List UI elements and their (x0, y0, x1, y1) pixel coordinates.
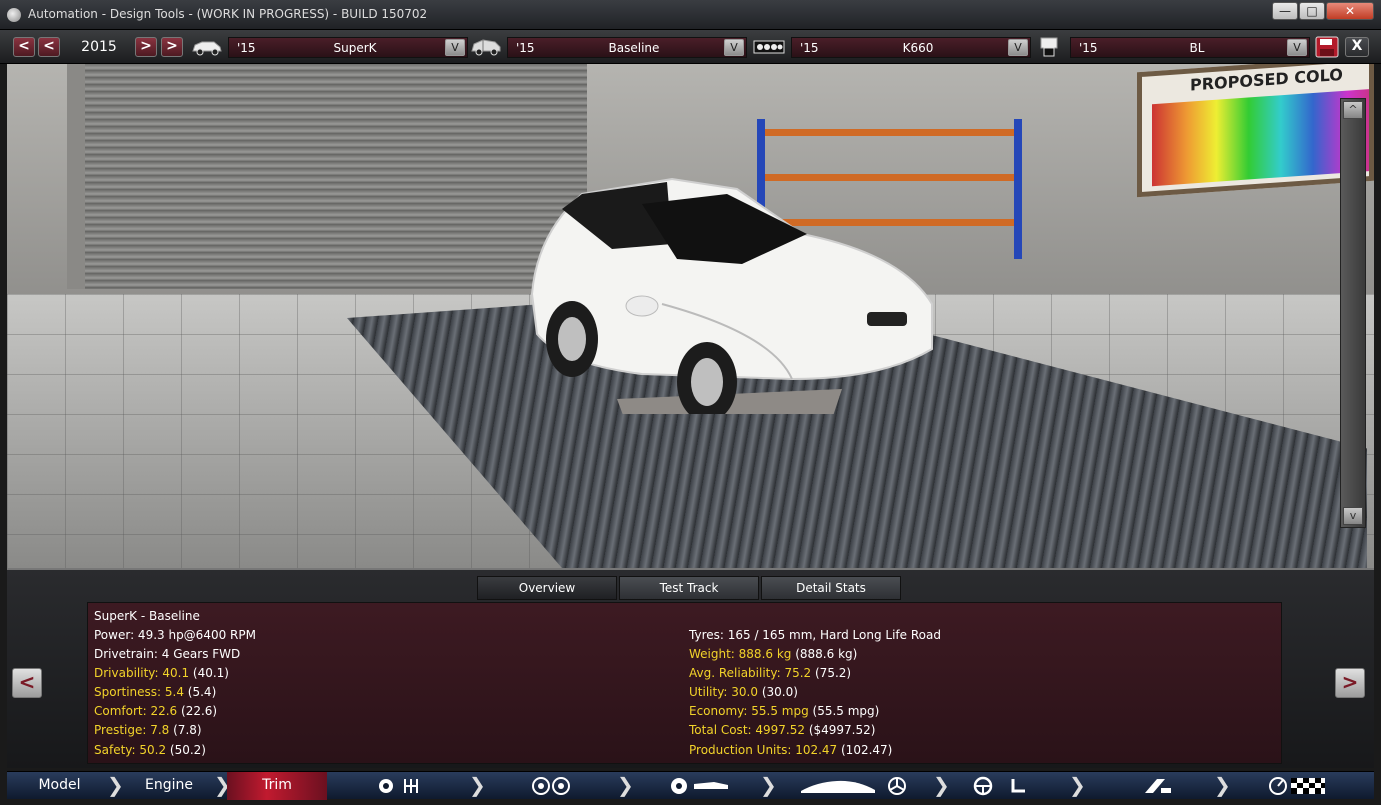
trim-dropdown-button[interactable]: V (724, 39, 744, 56)
model-name: SuperK (333, 41, 377, 55)
interior-steering-icon[interactable] (973, 776, 1043, 796)
engine-dropdown-button[interactable]: V (1008, 39, 1028, 56)
board-title: PROPOSED COLO (1190, 64, 1343, 95)
piston-icon (1040, 37, 1058, 57)
window-title: Automation - Design Tools - (WORK IN PRO… (28, 7, 428, 21)
color-chart-board: PROPOSED COLO (1137, 64, 1374, 198)
minimize-button[interactable]: — (1272, 2, 1298, 20)
chevron-right-icon: ❯ (1214, 773, 1231, 797)
car-3d-viewport[interactable]: PROPOSED COLO ^ v (7, 64, 1374, 568)
maximize-button[interactable]: □ (1299, 2, 1325, 20)
close-window-button[interactable]: ✕ (1326, 2, 1374, 20)
stat-economy: Economy: 55.5 mpg (55.5 mpg) (689, 704, 880, 718)
car-trim-icon (471, 39, 501, 56)
chevron-right-icon: ❯ (933, 773, 950, 797)
tab-overview[interactable]: Overview (477, 576, 617, 600)
stat-reliability: Avg. Reliability: 75.2 (75.2) (689, 666, 852, 680)
wheels-icon[interactable] (531, 776, 579, 796)
tab-test-track[interactable]: Test Track (619, 576, 759, 600)
panel-prev-button[interactable]: < (12, 668, 42, 698)
overview-stats: SuperK - Baseline Power: 49.3 hp@6400 RP… (87, 602, 1282, 764)
floppy-disk-icon[interactable] (1315, 36, 1339, 58)
year-next-button[interactable]: > (135, 37, 157, 57)
engine-select[interactable]: '15 K660 V (791, 37, 1031, 58)
stat-production-units: Production Units: 102.47 (102.47) (689, 743, 893, 757)
stat-comfort: Comfort: 22.6 (22.6) (94, 704, 218, 718)
stat-drivetrain: Drivetrain: 4 Gears FWD (94, 647, 241, 661)
aero-cooling-icon[interactable] (797, 776, 917, 796)
model-select[interactable]: '15 SuperK V (228, 37, 468, 58)
stat-safety: Safety: 50.2 (50.2) (94, 743, 206, 757)
close-design-button[interactable]: X (1345, 37, 1369, 57)
tab-detail-stats[interactable]: Detail Stats (761, 576, 901, 600)
stage-tab-model[interactable]: Model (7, 772, 112, 800)
trim-year: '15 (516, 41, 535, 55)
model-year: '15 (237, 41, 256, 55)
finish-flag-icon[interactable] (1269, 776, 1329, 796)
variant-name: BL (1189, 41, 1205, 55)
year-prev-button[interactable]: < (38, 37, 60, 57)
design-toolbar: < < 2015 > > '15 SuperK V '15 Baseline V… (0, 30, 1381, 64)
stage-tab-trim[interactable]: Trim (227, 772, 327, 800)
stat-total-cost: Total Cost: 4997.52 ($4997.52) (689, 723, 876, 737)
design-heading: SuperK - Baseline (94, 609, 200, 623)
stat-power: Power: 49.3 hp@6400 RPM (94, 628, 256, 642)
window-titlebar: Automation - Design Tools - (WORK IN PRO… (0, 0, 1381, 30)
year-prev-fast-button[interactable]: < (13, 37, 35, 57)
variant-year: '15 (1079, 41, 1098, 55)
chevron-right-icon: ❯ (617, 773, 634, 797)
stat-drivability: Drivability: 40.1 (40.1) (94, 666, 229, 680)
scroll-up-arrow[interactable]: ^ (1343, 101, 1363, 119)
camera-scrollbar[interactable]: ^ v (1340, 98, 1366, 528)
stat-sportiness: Sportiness: 5.4 (5.4) (94, 685, 217, 699)
stat-weight: Weight: 888.6 kg (888.6 kg) (689, 647, 858, 661)
stat-tyres: Tyres: 165 / 165 mm, Hard Long Life Road (689, 628, 941, 642)
design-stage-bar: Model ❯ Engine ❯ Trim ❯ ❯ ❯ ❯ ❯ ❯ (7, 771, 1374, 800)
stat-utility: Utility: 30.0 (30.0) (689, 685, 798, 699)
stage-tab-engine[interactable]: Engine (119, 772, 219, 800)
chevron-right-icon: ❯ (469, 773, 486, 797)
engine-name: K660 (902, 41, 934, 55)
car-model-icon (192, 41, 222, 56)
trim-name: Baseline (608, 41, 660, 55)
brakes-suspension-icon[interactable] (670, 776, 734, 796)
app-icon (7, 8, 21, 22)
exhaust-icon[interactable] (1139, 776, 1179, 796)
chevron-right-icon: ❯ (760, 773, 777, 797)
year-next-fast-button[interactable]: > (161, 37, 183, 57)
year-display: 2015 (81, 39, 117, 55)
scroll-down-arrow[interactable]: v (1343, 507, 1363, 525)
trim-select[interactable]: '15 Baseline V (507, 37, 747, 58)
panel-next-button[interactable]: > (1335, 668, 1365, 698)
stat-prestige: Prestige: 7.8 (7.8) (94, 723, 202, 737)
variant-select[interactable]: '15 BL V (1070, 37, 1310, 58)
model-dropdown-button[interactable]: V (445, 39, 465, 56)
car-model-render[interactable] (522, 174, 937, 414)
variant-dropdown-button[interactable]: V (1287, 39, 1307, 56)
chevron-right-icon: ❯ (1069, 773, 1086, 797)
gearbox-icon[interactable] (377, 776, 431, 796)
roller-shutter-door (67, 64, 587, 289)
engine-block-icon (753, 40, 785, 54)
stats-panel: Overview Test Track Detail Stats < > Sup… (7, 568, 1374, 768)
engine-year: '15 (800, 41, 819, 55)
